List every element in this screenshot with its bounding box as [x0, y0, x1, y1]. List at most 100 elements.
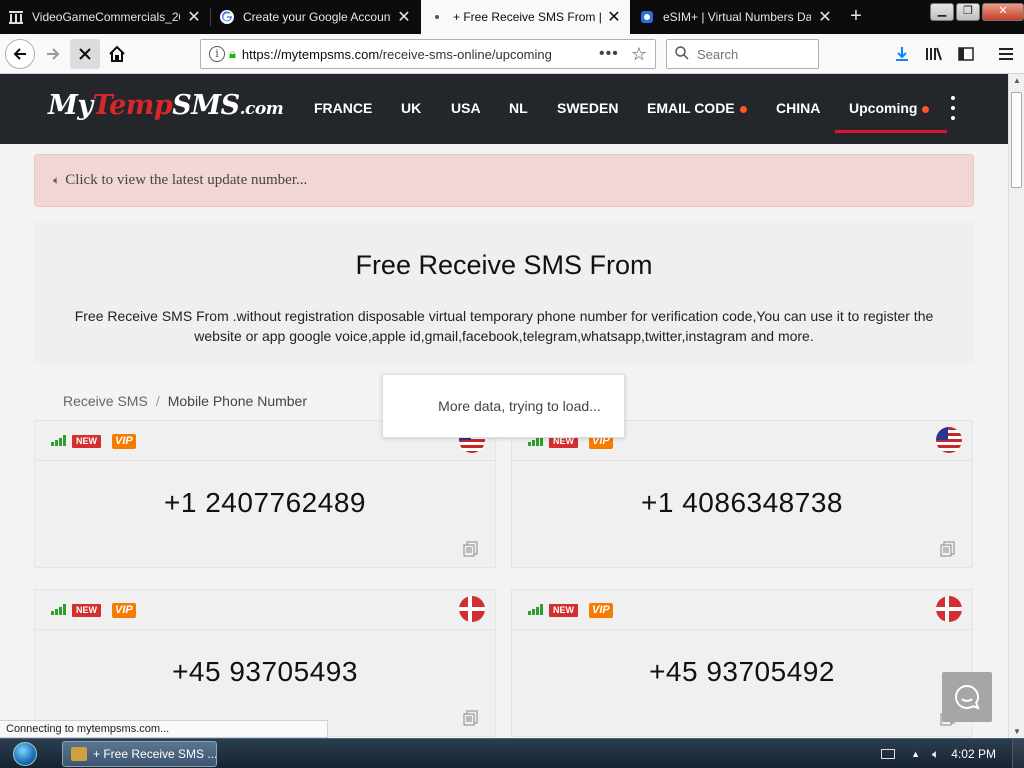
breadcrumb: Receive SMS / Mobile Phone Number [63, 393, 307, 409]
nav-item-upcoming[interactable]: Upcoming [849, 100, 930, 116]
us-flag-icon [936, 427, 962, 453]
new-dot-icon [922, 105, 930, 113]
arrow-right-icon [47, 48, 60, 60]
tab-free-receive-sms[interactable]: + Free Receive SMS From | Temp ✕ [421, 0, 630, 34]
chat-button[interactable] [942, 672, 992, 722]
scrollbar-thumb[interactable] [1011, 92, 1022, 188]
new-tab-button[interactable]: + [843, 5, 869, 29]
close-icon[interactable]: ✕ [817, 7, 833, 27]
latest-update-notice[interactable]: 🔈︎ Click to view the latest update numbe… [34, 154, 974, 207]
taskbar-item-firefox[interactable]: + Free Receive SMS ... [62, 741, 217, 767]
copy-icon[interactable] [940, 541, 956, 557]
archive-icon [8, 9, 24, 25]
site-logo[interactable]: MyTempSMS.com [48, 90, 284, 121]
denmark-flag-icon [459, 596, 485, 622]
nav-item-china[interactable]: CHINA [776, 100, 820, 116]
close-icon[interactable]: ✕ [606, 7, 622, 27]
sidebar-icon[interactable] [954, 42, 978, 66]
url-host: https://mytempsms.com [241, 46, 380, 62]
search-input[interactable]: Search [666, 39, 819, 69]
nav-item-usa[interactable]: USA [451, 100, 481, 116]
card-header [512, 590, 972, 630]
vip-badge: VIP [112, 603, 136, 618]
breadcrumb-home-link[interactable]: Receive SMS [63, 393, 148, 409]
stop-button[interactable] [70, 39, 100, 69]
vip-badge: VIP [589, 603, 613, 618]
start-button[interactable] [6, 740, 44, 768]
signal-icon [528, 604, 544, 615]
scroll-up-icon[interactable]: ▲ [1009, 76, 1024, 85]
nav-label: UK [401, 100, 422, 116]
minimize-button[interactable]: ▁ [930, 3, 954, 21]
tab-esim-dashboard[interactable]: eSIM+ | Virtual Numbers Dashboard ✕ [631, 0, 841, 34]
downloads-icon[interactable] [890, 42, 914, 66]
new-badge: NEW [72, 435, 101, 448]
tab-title: Create your Google Account [243, 10, 391, 24]
nav-item-email-code[interactable]: EMAIL CODE [647, 100, 747, 116]
tab-videogamecommercials[interactable]: VideoGameCommercials_2018 ✕ [0, 0, 210, 34]
loading-popup: More data, trying to load... [382, 374, 625, 438]
number-card[interactable]: NEW VIP +1 2407762489 [34, 420, 496, 568]
url-text[interactable]: https://mytempsms.com/receive-sms-online… [242, 47, 591, 62]
nav-item-nl[interactable]: NL [509, 100, 528, 116]
maximize-button[interactable]: ❐ [956, 3, 980, 21]
copy-icon[interactable] [463, 710, 479, 726]
nav-label: USA [451, 100, 481, 116]
close-icon[interactable]: ✕ [396, 7, 412, 27]
clock[interactable]: 4:02 PM [951, 747, 996, 761]
nav-label: EMAIL CODE [647, 100, 735, 116]
library-icon[interactable] [922, 42, 946, 66]
hero-section: Free Receive SMS From Free Receive SMS F… [34, 222, 974, 364]
lock-icon[interactable]: 🔒︎ [229, 46, 236, 62]
back-button[interactable] [5, 39, 35, 69]
card-header [35, 590, 495, 630]
site-header: MyTempSMS.com FRANCE UK USA NL SWEDEN EM… [0, 74, 1008, 144]
menu-icon[interactable] [994, 42, 1018, 66]
denmark-flag-icon [936, 596, 962, 622]
url-bar[interactable]: i 🔒︎ https://mytempsms.com/receive-sms-o… [200, 39, 656, 69]
scroll-down-icon[interactable]: ▼ [1009, 727, 1024, 736]
nav-item-france[interactable]: FRANCE [314, 100, 372, 116]
page-actions-icon[interactable]: ••• [599, 45, 619, 63]
number-card[interactable]: NEW VIP +45 93705492 [511, 589, 973, 737]
phone-number[interactable]: +1 2407762489 [35, 487, 495, 519]
nav-item-uk[interactable]: UK [401, 100, 421, 116]
loading-text: More data, trying to load... [438, 398, 601, 414]
volume-icon[interactable]: 🔈︎ [932, 747, 939, 762]
nav-item-sweden[interactable]: SWEDEN [557, 100, 618, 116]
copy-icon[interactable] [463, 541, 479, 557]
show-desktop-button[interactable] [1012, 739, 1024, 768]
page-scrollbar[interactable]: ▲ ▼ [1008, 74, 1024, 738]
show-hidden-icons-icon[interactable]: ▲ [911, 749, 920, 759]
google-icon [219, 9, 235, 25]
bookmark-star-icon[interactable]: ☆ [631, 44, 647, 65]
phone-number[interactable]: +45 93705492 [512, 656, 972, 688]
keyboard-icon[interactable] [881, 749, 896, 759]
info-icon[interactable]: i [209, 46, 225, 62]
new-dot-icon [739, 105, 747, 113]
tab-title: + Free Receive SMS From | Temp [453, 10, 601, 24]
arrow-left-icon [13, 48, 26, 60]
window-close-button[interactable]: ✕ [982, 3, 1024, 21]
close-icon[interactable]: ✕ [186, 7, 202, 27]
logo-sms: SMS [172, 90, 240, 121]
phone-number[interactable]: +45 93705493 [35, 656, 495, 688]
taskbar: + Free Receive SMS ... ▲ 🔈︎ 4:02 PM [0, 738, 1024, 768]
vip-badge: VIP [112, 434, 136, 449]
search-placeholder: Search [697, 46, 739, 62]
browser-status-bar: Connecting to mytempsms.com... [0, 720, 328, 738]
forward-button[interactable] [38, 39, 68, 69]
search-icon [675, 45, 689, 63]
chat-icon [955, 684, 980, 710]
home-button[interactable] [102, 39, 132, 69]
active-nav-indicator [835, 130, 947, 133]
windows-logo-icon [13, 742, 37, 766]
phone-number[interactable]: +1 4086348738 [512, 487, 972, 519]
nav-label: FRANCE [314, 100, 373, 116]
more-menu-icon[interactable] [949, 96, 957, 120]
tab-google-account[interactable]: Create your Google Account ✕ [211, 0, 420, 34]
number-card[interactable]: NEW VIP +45 93705493 [34, 589, 496, 737]
taskbar-item-label: + Free Receive SMS ... [93, 747, 217, 761]
page-description: Free Receive SMS From .without registrat… [74, 308, 934, 344]
number-card[interactable]: NEW VIP +1 4086348738 [511, 420, 973, 568]
